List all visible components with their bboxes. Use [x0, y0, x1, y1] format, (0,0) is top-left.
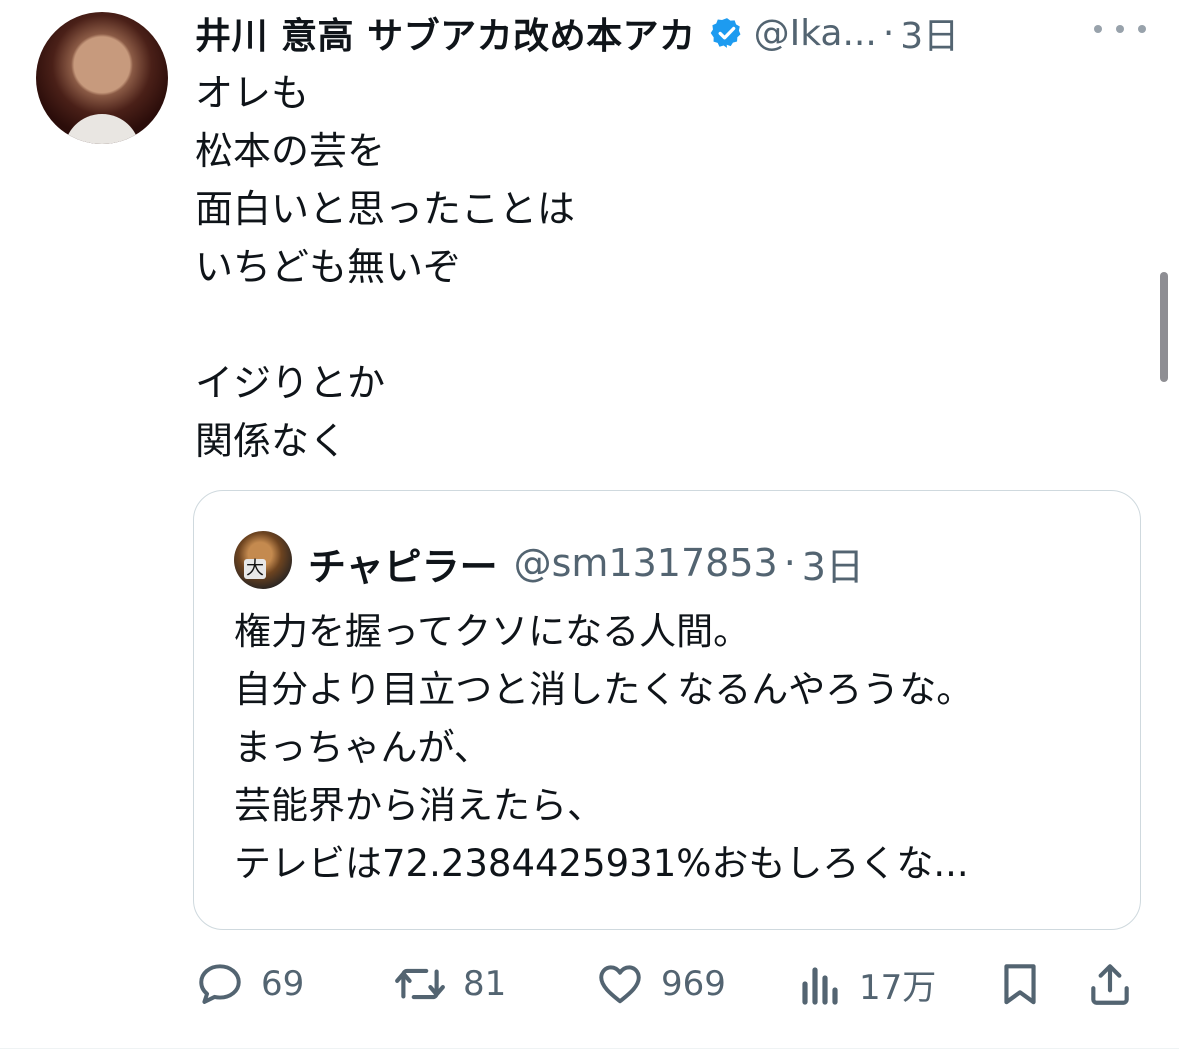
views-button[interactable]: 17万 [799, 952, 936, 1016]
reply-button[interactable]: 69 [195, 952, 304, 1016]
quoted-tweet-header: チャピラー @sm1317853 · 3日 [308, 535, 864, 591]
tweet-line: 面白いと思ったことは [195, 187, 576, 231]
tweet-line: オレも [195, 71, 310, 115]
quoted-line: まっちゃんが、 [234, 726, 491, 769]
bookmark-button[interactable] [995, 952, 1045, 1016]
tweet-line: イジりとか [195, 361, 386, 405]
retweet-count: 81 [463, 964, 507, 1004]
author-name[interactable]: 井川 意高 サブアカ改め本アカ [195, 7, 696, 59]
quoted-author-name: チャピラー [308, 544, 498, 589]
retweet-icon [393, 959, 447, 1009]
tweet-line: 関係なく [195, 419, 348, 463]
quoted-line: 権力を握ってクソになる人間。 [234, 610, 751, 653]
divider [0, 1048, 1179, 1049]
separator-dot: · [783, 541, 796, 585]
quoted-line: 自分より目立つと消したくなるんやろうな。 [234, 668, 974, 711]
author-avatar[interactable] [36, 12, 168, 144]
tweet-text: オレも 松本の芸を 面白いと思ったことは いちども無いぞ イジりとか 関係なく [195, 64, 575, 470]
share-button[interactable] [1085, 952, 1135, 1016]
bookmark-icon [995, 959, 1045, 1009]
share-icon [1085, 959, 1135, 1009]
tweet-header: 井川 意高 サブアカ改め本アカ @Ika... · 3日 [195, 6, 1155, 60]
view-count: 17万 [859, 967, 937, 1008]
separator-dot: · [882, 12, 895, 54]
reply-icon [195, 959, 245, 1009]
tweet-line: 松本の芸を [195, 129, 386, 173]
action-bar: 69 81 969 17万 [195, 952, 1145, 1016]
more-options-icon[interactable] [1094, 12, 1146, 46]
tweet-line [195, 296, 575, 354]
tweet-line: いちども無いぞ [195, 245, 462, 289]
author-handle[interactable]: @Ika... [754, 13, 877, 54]
like-count: 969 [661, 964, 726, 1004]
retweet-button[interactable]: 81 [393, 952, 506, 1016]
analytics-icon [799, 959, 843, 1009]
quoted-tweet[interactable]: 大 チャピラー @sm1317853 · 3日 権力を握ってクソになる人間。 自… [193, 490, 1141, 930]
heart-icon [595, 959, 645, 1009]
quoted-line: 芸能界から消えたら、 [234, 784, 604, 827]
scrollbar[interactable] [1160, 272, 1168, 382]
quoted-author-avatar: 大 [234, 531, 292, 589]
quoted-tweet-text: 権力を握ってクソになる人間。 自分より目立つと消したくなるんやろうな。 まっちゃ… [234, 603, 973, 893]
quoted-tweet-time: 3日 [801, 544, 864, 589]
tweet-time[interactable]: 3日 [900, 7, 959, 59]
verified-badge-icon [710, 16, 744, 50]
like-button[interactable]: 969 [595, 952, 726, 1016]
reply-count: 69 [261, 964, 305, 1004]
quoted-author-handle: @sm1317853 [513, 541, 778, 585]
quoted-line: テレビは72.2384425931%おもしろくな... [234, 842, 969, 885]
